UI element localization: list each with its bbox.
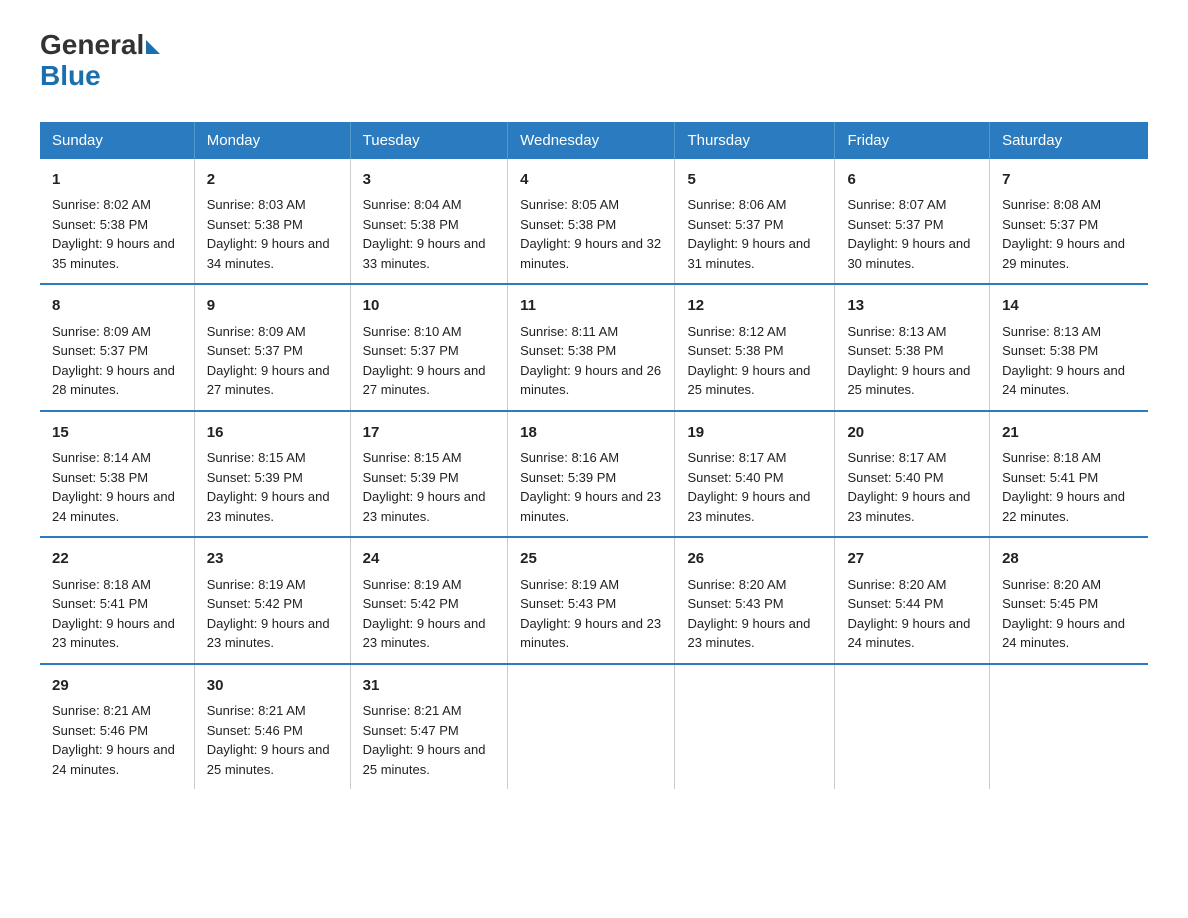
calendar-cell: 29Sunrise: 8:21 AMSunset: 5:46 PMDayligh…: [40, 664, 194, 790]
day-number: 28: [1002, 548, 1136, 571]
calendar-cell: 7Sunrise: 8:08 AMSunset: 5:37 PMDaylight…: [990, 159, 1148, 285]
calendar-cell: 13Sunrise: 8:13 AMSunset: 5:38 PMDayligh…: [835, 284, 990, 411]
calendar-cell: 1Sunrise: 8:02 AMSunset: 5:38 PMDaylight…: [40, 159, 194, 285]
calendar-cell: [675, 664, 835, 790]
calendar-week-row: 1Sunrise: 8:02 AMSunset: 5:38 PMDaylight…: [40, 159, 1148, 285]
calendar-cell: 10Sunrise: 8:10 AMSunset: 5:37 PMDayligh…: [350, 284, 508, 411]
calendar-cell: 26Sunrise: 8:20 AMSunset: 5:43 PMDayligh…: [675, 537, 835, 664]
calendar-cell: 17Sunrise: 8:15 AMSunset: 5:39 PMDayligh…: [350, 411, 508, 538]
calendar-cell: 2Sunrise: 8:03 AMSunset: 5:38 PMDaylight…: [194, 159, 350, 285]
day-number: 30: [207, 675, 338, 698]
logo-arrow-icon: [146, 40, 160, 54]
calendar-cell: 4Sunrise: 8:05 AMSunset: 5:38 PMDaylight…: [508, 159, 675, 285]
day-number: 4: [520, 169, 662, 192]
calendar-cell: 28Sunrise: 8:20 AMSunset: 5:45 PMDayligh…: [990, 537, 1148, 664]
page-header: General Blue: [40, 30, 1148, 92]
calendar-table: SundayMondayTuesdayWednesdayThursdayFrid…: [40, 122, 1148, 790]
day-number: 11: [520, 295, 662, 318]
calendar-cell: 15Sunrise: 8:14 AMSunset: 5:38 PMDayligh…: [40, 411, 194, 538]
day-number: 18: [520, 422, 662, 445]
logo-text-blue: Blue: [40, 61, 160, 92]
calendar-cell: [835, 664, 990, 790]
day-number: 8: [52, 295, 182, 318]
col-header-thursday: Thursday: [675, 122, 835, 159]
day-number: 2: [207, 169, 338, 192]
calendar-cell: 18Sunrise: 8:16 AMSunset: 5:39 PMDayligh…: [508, 411, 675, 538]
day-number: 1: [52, 169, 182, 192]
logo: General Blue: [40, 30, 160, 92]
day-number: 22: [52, 548, 182, 571]
calendar-week-row: 22Sunrise: 8:18 AMSunset: 5:41 PMDayligh…: [40, 537, 1148, 664]
day-number: 12: [687, 295, 822, 318]
calendar-cell: 9Sunrise: 8:09 AMSunset: 5:37 PMDaylight…: [194, 284, 350, 411]
calendar-cell: 21Sunrise: 8:18 AMSunset: 5:41 PMDayligh…: [990, 411, 1148, 538]
col-header-friday: Friday: [835, 122, 990, 159]
calendar-cell: 6Sunrise: 8:07 AMSunset: 5:37 PMDaylight…: [835, 159, 990, 285]
calendar-cell: 11Sunrise: 8:11 AMSunset: 5:38 PMDayligh…: [508, 284, 675, 411]
day-number: 17: [363, 422, 496, 445]
calendar-week-row: 15Sunrise: 8:14 AMSunset: 5:38 PMDayligh…: [40, 411, 1148, 538]
calendar-cell: 8Sunrise: 8:09 AMSunset: 5:37 PMDaylight…: [40, 284, 194, 411]
calendar-cell: 22Sunrise: 8:18 AMSunset: 5:41 PMDayligh…: [40, 537, 194, 664]
day-number: 13: [847, 295, 977, 318]
logo-text-general: General: [40, 30, 144, 61]
day-number: 26: [687, 548, 822, 571]
calendar-cell: 12Sunrise: 8:12 AMSunset: 5:38 PMDayligh…: [675, 284, 835, 411]
day-number: 31: [363, 675, 496, 698]
calendar-cell: 16Sunrise: 8:15 AMSunset: 5:39 PMDayligh…: [194, 411, 350, 538]
calendar-cell: 5Sunrise: 8:06 AMSunset: 5:37 PMDaylight…: [675, 159, 835, 285]
day-number: 16: [207, 422, 338, 445]
day-number: 23: [207, 548, 338, 571]
calendar-cell: 24Sunrise: 8:19 AMSunset: 5:42 PMDayligh…: [350, 537, 508, 664]
day-number: 24: [363, 548, 496, 571]
calendar-cell: 25Sunrise: 8:19 AMSunset: 5:43 PMDayligh…: [508, 537, 675, 664]
calendar-cell: 31Sunrise: 8:21 AMSunset: 5:47 PMDayligh…: [350, 664, 508, 790]
calendar-header-row: SundayMondayTuesdayWednesdayThursdayFrid…: [40, 122, 1148, 159]
col-header-saturday: Saturday: [990, 122, 1148, 159]
col-header-wednesday: Wednesday: [508, 122, 675, 159]
day-number: 10: [363, 295, 496, 318]
day-number: 9: [207, 295, 338, 318]
col-header-monday: Monday: [194, 122, 350, 159]
calendar-cell: 30Sunrise: 8:21 AMSunset: 5:46 PMDayligh…: [194, 664, 350, 790]
day-number: 7: [1002, 169, 1136, 192]
day-number: 21: [1002, 422, 1136, 445]
calendar-week-row: 8Sunrise: 8:09 AMSunset: 5:37 PMDaylight…: [40, 284, 1148, 411]
calendar-cell: 27Sunrise: 8:20 AMSunset: 5:44 PMDayligh…: [835, 537, 990, 664]
day-number: 15: [52, 422, 182, 445]
day-number: 14: [1002, 295, 1136, 318]
calendar-cell: 19Sunrise: 8:17 AMSunset: 5:40 PMDayligh…: [675, 411, 835, 538]
day-number: 19: [687, 422, 822, 445]
day-number: 20: [847, 422, 977, 445]
calendar-cell: 20Sunrise: 8:17 AMSunset: 5:40 PMDayligh…: [835, 411, 990, 538]
day-number: 25: [520, 548, 662, 571]
calendar-cell: [990, 664, 1148, 790]
day-number: 6: [847, 169, 977, 192]
calendar-week-row: 29Sunrise: 8:21 AMSunset: 5:46 PMDayligh…: [40, 664, 1148, 790]
day-number: 29: [52, 675, 182, 698]
day-number: 27: [847, 548, 977, 571]
calendar-cell: 23Sunrise: 8:19 AMSunset: 5:42 PMDayligh…: [194, 537, 350, 664]
day-number: 3: [363, 169, 496, 192]
calendar-cell: [508, 664, 675, 790]
calendar-cell: 14Sunrise: 8:13 AMSunset: 5:38 PMDayligh…: [990, 284, 1148, 411]
calendar-cell: 3Sunrise: 8:04 AMSunset: 5:38 PMDaylight…: [350, 159, 508, 285]
day-number: 5: [687, 169, 822, 192]
col-header-tuesday: Tuesday: [350, 122, 508, 159]
col-header-sunday: Sunday: [40, 122, 194, 159]
